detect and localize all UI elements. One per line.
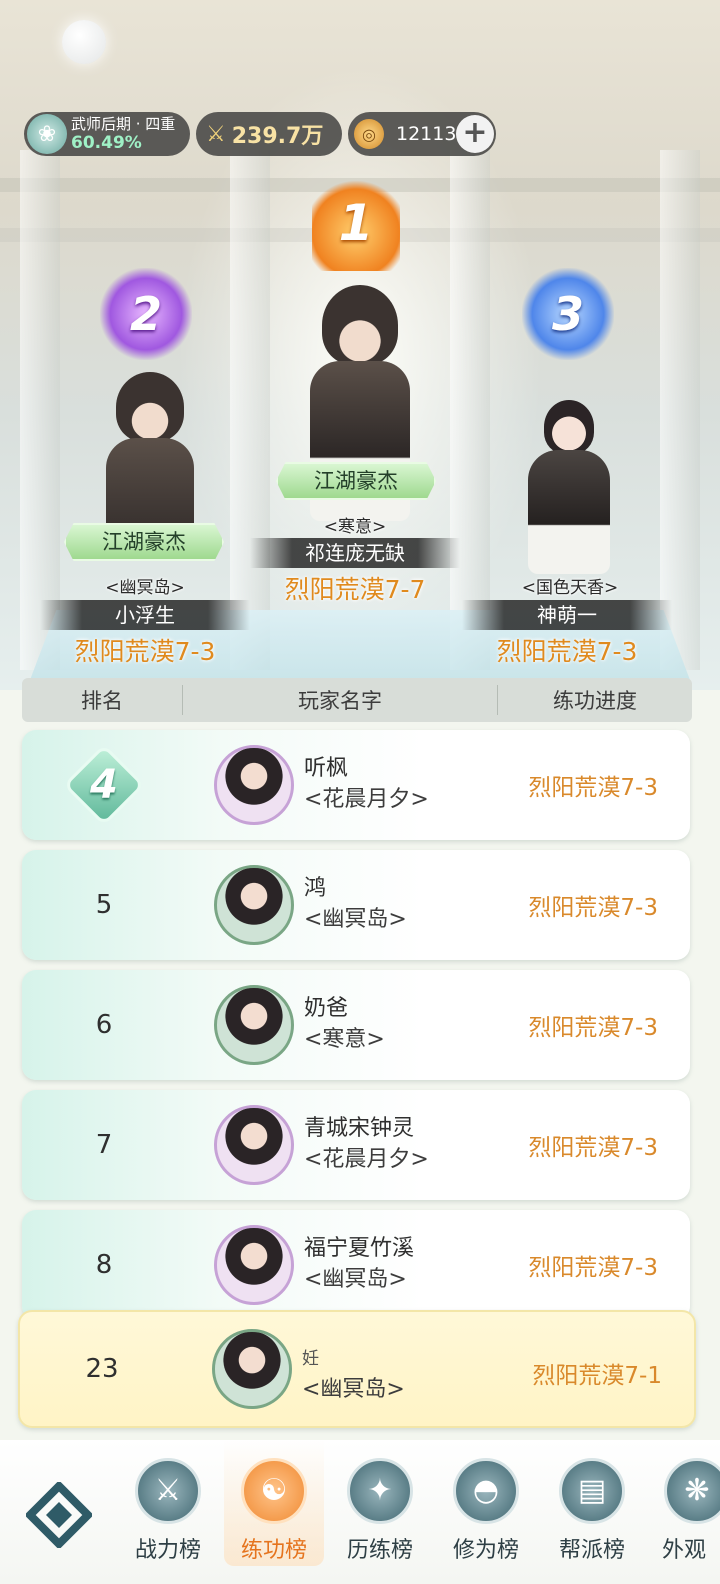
second-place-guild: <幽冥岛>: [105, 578, 185, 598]
player-name: 青城宋钟灵: [304, 1116, 415, 1141]
first-place-progress: 烈阳荒漠7-7: [284, 575, 426, 604]
row-rank: 6: [95, 1010, 113, 1040]
my-rank-row[interactable]: 23 妊 <幽冥岛> 烈阳荒漠7-1: [18, 1310, 696, 1428]
rank-title: 武师后期 · 四重: [71, 115, 176, 133]
yin-yang-icon: ☯: [241, 1458, 307, 1524]
player-name: 听枫: [304, 756, 349, 781]
rank-percent: 60.49%: [71, 133, 142, 153]
player-avatar[interactable]: [214, 865, 294, 945]
my-progress: 烈阳荒漠7-1: [532, 1363, 662, 1389]
tab-label: 战力榜: [134, 1538, 201, 1563]
table-row[interactable]: 4 听枫 <花晨月夕> 烈阳荒漠7-3: [22, 730, 690, 840]
my-guild: <幽冥岛>: [302, 1377, 405, 1402]
header-progress: 练功进度: [553, 689, 637, 713]
player-guild: <幽冥岛>: [304, 1267, 407, 1292]
combat-power-value: 239.7万: [231, 124, 324, 149]
second-place-name[interactable]: 小浮生: [40, 600, 250, 630]
player-guild: <幽冥岛>: [304, 907, 407, 932]
player-guild: <寒意>: [304, 1027, 385, 1052]
crossed-swords-icon: ⚔: [135, 1458, 201, 1524]
scroll-icon: ▤: [559, 1458, 625, 1524]
table-row[interactable]: 7 青城宋钟灵 <花晨月夕> 烈阳荒漠7-3: [22, 1090, 690, 1200]
header-player-name: 玩家名字: [182, 685, 498, 715]
tab-label: 帮派榜: [558, 1538, 625, 1563]
player-name: 鸿: [304, 876, 327, 901]
third-place-name[interactable]: 神萌一: [462, 600, 672, 630]
first-place-title-badge: 江湖豪杰: [276, 462, 436, 500]
second-place-progress: 烈阳荒漠7-3: [74, 637, 216, 666]
combat-power-display: ⚔ 239.7万: [196, 112, 342, 156]
tab-cultivation[interactable]: ◓ 修为榜: [436, 1458, 536, 1564]
my-avatar[interactable]: [212, 1329, 292, 1409]
player-guild: <花晨月夕>: [304, 787, 429, 812]
player-name: 福宁夏竹溪: [304, 1236, 415, 1261]
tab-label: 历练榜: [346, 1538, 413, 1563]
table-row[interactable]: 8 福宁夏竹溪 <幽冥岛> 烈阳荒漠7-3: [22, 1210, 690, 1320]
player-progress: 烈阳荒漠7-3: [528, 895, 658, 921]
moon-ornament: [62, 20, 106, 64]
tab-experience[interactable]: ✦ 历练榜: [330, 1458, 430, 1564]
player-progress: 烈阳荒漠7-3: [528, 1135, 658, 1161]
player-avatar[interactable]: [214, 985, 294, 1065]
third-place-progress: 烈阳荒漠7-3: [496, 637, 638, 666]
second-place-title-badge: 江湖豪杰: [64, 523, 224, 561]
row-rank: 7: [95, 1130, 113, 1160]
my-rank: 23: [85, 1354, 119, 1384]
currency-display: ◎ 12113 +: [348, 112, 496, 156]
header-rank: 排名: [81, 689, 123, 713]
third-place-guild: <国色天香>: [521, 578, 619, 598]
temple-pillar: [20, 150, 60, 670]
add-currency-button[interactable]: +: [456, 115, 494, 153]
bottom-nav: ⚔ 战力榜 ☯ 练功榜 ✦ 历练榜 ◓ 修为榜 ▤ 帮派榜 ❋ 外观: [0, 1440, 720, 1584]
tab-appearance[interactable]: ❋ 外观: [646, 1458, 720, 1564]
tab-label: 外观: [662, 1538, 707, 1563]
player-avatar[interactable]: [214, 1105, 294, 1185]
tab-label: 练功榜: [240, 1538, 307, 1563]
currency-value: 12113: [396, 123, 457, 145]
leaderboard-header: 排名 玩家名字 练功进度: [22, 678, 692, 722]
table-row[interactable]: 5 鸿 <幽冥岛> 烈阳荒漠7-3: [22, 850, 690, 960]
tab-combat-power[interactable]: ⚔ 战力榜: [118, 1458, 218, 1564]
third-place-character[interactable]: [524, 400, 614, 580]
player-progress: 烈阳荒漠7-3: [528, 1255, 658, 1281]
currency-icon: ◎: [354, 119, 384, 149]
rank-emblem-icon: ❀: [27, 114, 67, 154]
third-place-medal: 3: [522, 268, 614, 360]
first-place-name[interactable]: 祁连庞无缺: [250, 538, 460, 568]
first-place-medal: 1: [312, 175, 400, 271]
row-rank: 8: [95, 1250, 113, 1280]
player-avatar[interactable]: [214, 1225, 294, 1305]
tab-guild[interactable]: ▤ 帮派榜: [542, 1458, 642, 1564]
player-progress: 烈阳荒漠7-3: [528, 775, 658, 801]
fan-icon: ❋: [664, 1458, 720, 1524]
player-name: 奶爸: [304, 996, 349, 1021]
table-row[interactable]: 6 奶爸 <寒意> 烈阳荒漠7-3: [22, 970, 690, 1080]
rank-four-badge-icon: 4: [62, 743, 146, 827]
player-progress: 烈阳荒漠7-3: [528, 1015, 658, 1041]
menu-logo-icon[interactable]: [26, 1482, 92, 1548]
tab-label: 修为榜: [452, 1538, 519, 1563]
cultivation-rank-badge[interactable]: ❀ 武师后期 · 四重 60.49%: [24, 112, 190, 156]
player-guild: <花晨月夕>: [304, 1147, 429, 1172]
second-place-medal: 2: [100, 268, 192, 360]
combat-power-icon: ⚔: [206, 121, 226, 147]
hat-icon: ◓: [453, 1458, 519, 1524]
player-avatar[interactable]: [214, 745, 294, 825]
first-place-guild: <寒意>: [323, 517, 387, 537]
tab-training[interactable]: ☯ 练功榜: [224, 1440, 324, 1566]
temple-pillar: [660, 150, 700, 670]
my-name: 妊: [302, 1349, 319, 1369]
row-rank: 4: [22, 730, 186, 840]
row-rank: 5: [95, 890, 113, 920]
compass-star-icon: ✦: [347, 1458, 413, 1524]
